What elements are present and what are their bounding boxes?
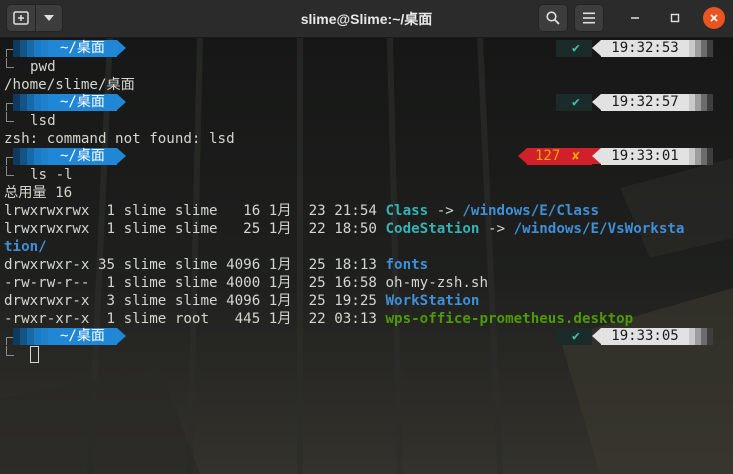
- symlink-name: CodeStation: [385, 221, 480, 237]
- prompt-bracket: [6, 346, 14, 356]
- prompt-dir: ~/桌面: [60, 148, 105, 164]
- executable-name: wps-office-prometheus.desktop: [385, 311, 634, 327]
- symlink-target: /windows/E/VsWorksta: [513, 221, 685, 237]
- symlink-target: /windows/E/Class: [462, 203, 600, 219]
- prompt-bracket: [6, 58, 14, 68]
- command-text: pwd: [30, 59, 56, 75]
- close-icon: [710, 14, 718, 22]
- listing-row: drwxrwxr-x 3 slime slime 4096 1月 25 19:2…: [4, 293, 480, 309]
- directory-name: fonts: [385, 257, 429, 273]
- prompt-time: 19:32:57: [601, 94, 689, 111]
- prompt-dir: ~/桌面: [60, 40, 105, 56]
- minimize-icon: [631, 17, 639, 19]
- terminal-content[interactable]: ~/桌面 ✔ 19:32:53 pwd /home/slime/桌面 ~/桌面: [0, 38, 733, 474]
- prompt-dir: ~/桌面: [60, 94, 105, 110]
- listing-row-wrap: tion/: [4, 238, 47, 256]
- text-cursor[interactable]: [30, 346, 39, 363]
- search-button[interactable]: [538, 4, 568, 32]
- hamburger-menu-icon: [583, 12, 595, 24]
- menu-button[interactable]: [574, 4, 604, 32]
- status-ok-icon: ✔: [572, 95, 580, 110]
- prompt-time: 19:33:05: [601, 328, 689, 345]
- listing-row: -rwxr-xr-x 1 slime root 445 1月 22 03:13 …: [4, 311, 634, 327]
- output-line: zsh: command not found: lsd: [4, 131, 235, 147]
- listing-row: lrwxrwxrwx 1 slime slime 25 1月 22 18:50 …: [4, 221, 685, 237]
- listing-row: lrwxrwxrwx 1 slime slime 16 1月 23 21:54 …: [4, 203, 600, 219]
- prompt-dir: ~/桌面: [60, 328, 105, 344]
- prompt-bracket: [6, 112, 14, 122]
- prompt-time: 19:33:01: [601, 148, 689, 165]
- minimize-button[interactable]: [624, 7, 646, 29]
- search-icon: [546, 11, 560, 25]
- directory-name: WorkStation: [385, 293, 480, 309]
- listing-row: drwxrwxr-x 35 slime slime 4096 1月 25 18:…: [4, 257, 429, 273]
- listing-row: -rw-rw-r-- 1 slime slime 4000 1月 25 16:5…: [4, 275, 488, 291]
- terminal-window: slime@Slime:~/桌面 ~/桌面 ✔ 19:32:53 pwd /ho…: [0, 0, 733, 474]
- maximize-icon: [670, 13, 680, 23]
- command-text: ls -l: [30, 167, 73, 183]
- maximize-button[interactable]: [664, 7, 686, 29]
- symlink-name: Class: [385, 203, 429, 219]
- output-line: /home/slime/桌面: [4, 77, 135, 93]
- title-bar: slime@Slime:~/桌面: [0, 0, 733, 38]
- prompt-bracket: [6, 166, 14, 176]
- file-name: oh-my-zsh.sh: [385, 275, 488, 291]
- status-error-icon: ✘: [572, 149, 580, 164]
- status-ok-icon: ✔: [572, 329, 580, 344]
- status-ok-icon: ✔: [572, 41, 580, 56]
- output-line: 总用量 16: [4, 185, 73, 201]
- command-text: lsd: [30, 113, 56, 129]
- prompt-time: 19:32:53: [601, 40, 689, 57]
- exit-code: 127: [535, 148, 561, 164]
- symlink-target-continued: tion/: [4, 239, 47, 255]
- close-button[interactable]: [703, 7, 725, 29]
